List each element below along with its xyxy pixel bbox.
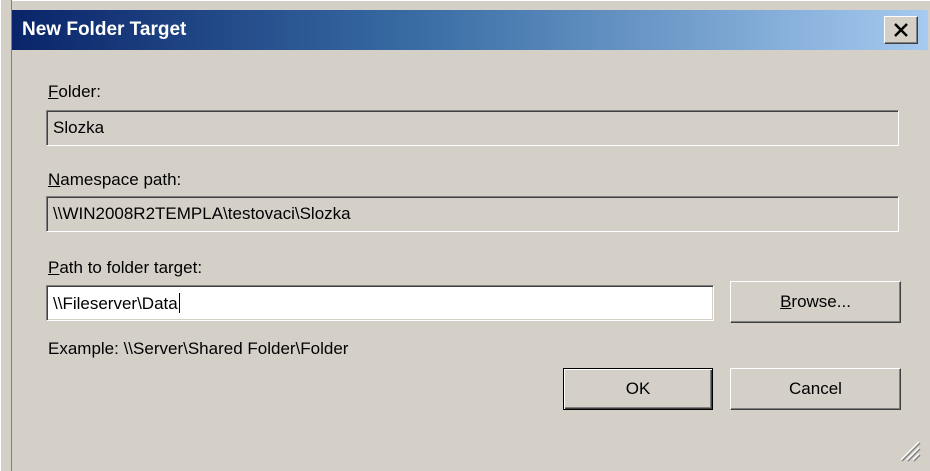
folder-target-input[interactable]: \\Fileserver\Data [46, 285, 714, 321]
namespace-path-field[interactable]: \\WIN2008R2TEMPLA\testovaci\Slozka [46, 196, 899, 232]
folder-label: Folder: [48, 82, 101, 101]
cancel-button[interactable]: Cancel [730, 368, 901, 410]
folder-target-value: \\Fileserver\Data [53, 294, 178, 313]
folder-target-label: Path to folder target: [48, 258, 203, 277]
example-text: Example: \\Server\Shared Folder\Folder [48, 339, 349, 358]
dialog-title: New Folder Target [22, 19, 187, 40]
background-window-left-edge [0, 0, 12, 471]
background-window-top-edge [0, 0, 930, 10]
text-caret [178, 293, 180, 313]
close-icon [894, 23, 908, 37]
folder-field[interactable]: Slozka [46, 110, 899, 146]
browse-button[interactable]: Browse... [730, 281, 901, 323]
folder-value: Slozka [53, 118, 105, 137]
ok-button[interactable]: OK [563, 368, 713, 410]
new-folder-target-dialog: New Folder Target Folder: Slozka Namespa… [12, 10, 928, 471]
namespace-path-value: \\WIN2008R2TEMPLA\testovaci\Slozka [53, 204, 351, 223]
close-button[interactable] [884, 16, 918, 44]
resize-grip-icon[interactable] [897, 438, 921, 462]
namespace-path-label: Namespace path: [48, 170, 182, 189]
title-bar[interactable]: New Folder Target [12, 10, 928, 50]
